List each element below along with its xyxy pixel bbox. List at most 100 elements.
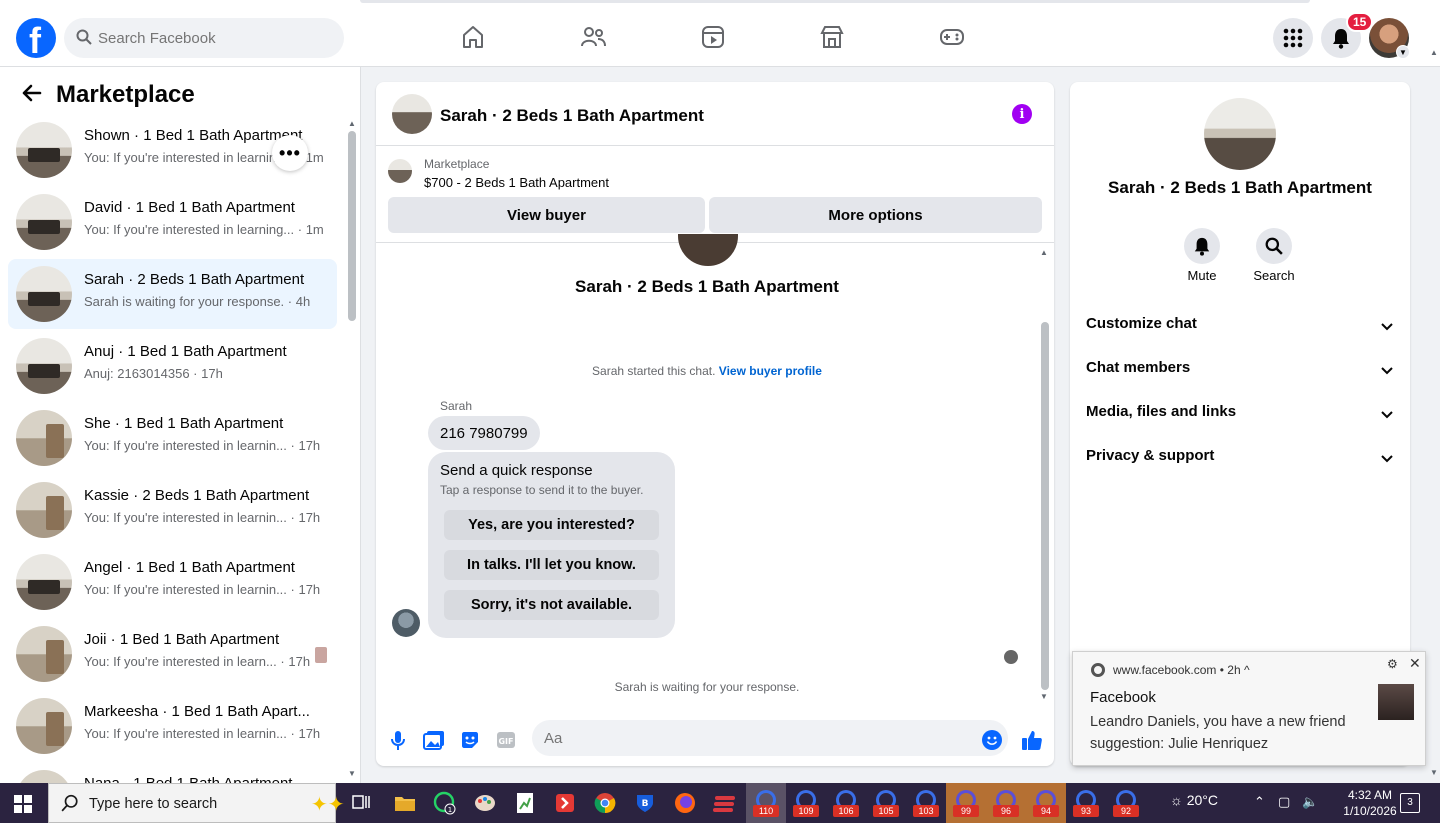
taskbar-app-window[interactable]: 93 (1066, 783, 1106, 823)
windows-start-icon[interactable] (14, 795, 32, 813)
media-files-section[interactable]: Media, files and links (1086, 403, 1394, 427)
conversation-name: Anuj · 1 Bed 1 Bath Apartment (84, 343, 287, 360)
conversation-item[interactable]: Angel · 1 Bed 1 Bath Apartment You: If yo… (8, 547, 337, 617)
spreadsheet-icon[interactable] (512, 791, 538, 815)
taskbar-app-window[interactable]: 110 (746, 783, 786, 823)
back-arrow-icon[interactable] (20, 83, 42, 108)
conversation-item[interactable]: She · 1 Bed 1 Bath Apartment You: If you'… (8, 403, 337, 473)
scroll-up-icon[interactable]: ▲ (348, 119, 356, 128)
express-vpn-icon[interactable] (712, 791, 738, 815)
message-bubble[interactable]: 216 7980799 (428, 416, 540, 450)
taskbar-app-window[interactable]: 96 (986, 783, 1026, 823)
taskbar-clock[interactable]: 4:32 AM 1/10/2026 (1330, 787, 1410, 819)
gear-icon[interactable]: ⚙ (1387, 657, 1398, 671)
facebook-logo[interactable]: f (16, 18, 56, 61)
chat-avatar[interactable] (392, 94, 432, 134)
snippet-text: You: If you're interested in learnin... (84, 438, 287, 453)
taskbar-app-window[interactable]: 106 (826, 783, 866, 823)
search-bar[interactable] (64, 18, 344, 58)
scroll-down-icon[interactable]: ▼ (1430, 768, 1438, 777)
view-buyer-profile-link[interactable]: View buyer profile (719, 364, 822, 378)
info-avatar[interactable] (1204, 98, 1276, 170)
conversation-item[interactable]: Markeesha · 1 Bed 1 Bath Apart... You: If… (8, 691, 337, 761)
chat-scrollbar[interactable] (1041, 322, 1049, 690)
taskbar-app-window[interactable]: 109 (786, 783, 826, 823)
photo-icon[interactable] (422, 728, 446, 752)
conversation-time: 17h (298, 438, 321, 453)
quick-response-card: Send a quick response Tap a response to … (428, 452, 675, 638)
chat-title[interactable]: Sarah · 2 Beds 1 Bath Apartment (440, 106, 704, 126)
chrome-icon[interactable] (592, 791, 618, 815)
quick-response-button[interactable]: Yes, are you interested? (444, 510, 659, 540)
search-label[interactable]: Search (1244, 268, 1304, 283)
message-input-box[interactable] (532, 720, 1008, 756)
thumbs-up-icon[interactable] (1020, 728, 1044, 752)
volume-icon[interactable]: 🔈 (1302, 794, 1318, 810)
chevron-up-icon[interactable]: ⌃ (1254, 794, 1265, 810)
paint-icon[interactable] (472, 791, 498, 815)
anydesk-icon[interactable] (552, 791, 578, 815)
conversation-item[interactable]: Sarah · 2 Beds 1 Bath Apartment Sarah is … (8, 259, 337, 329)
close-icon[interactable]: ✕ (1409, 655, 1421, 672)
conversation-item[interactable]: Joii · 1 Bed 1 Bath Apartment You: If you… (8, 619, 337, 689)
action-center-icon[interactable]: 3 (1400, 793, 1420, 813)
chevron-down-icon (1380, 319, 1394, 336)
firefox-icon[interactable] (672, 791, 698, 815)
scroll-down-icon[interactable]: ▼ (1040, 692, 1048, 701)
listing-thumbnail (16, 122, 72, 178)
conversation-item[interactable]: Nana · 1 Bed 1 Bath Apartment (8, 763, 337, 783)
task-view-icon[interactable] (348, 791, 374, 815)
video-icon[interactable] (698, 22, 728, 52)
seen-indicator (1004, 650, 1018, 664)
taskbar-app-window[interactable]: 99 (946, 783, 986, 823)
scroll-up-icon[interactable]: ▲ (1430, 48, 1438, 57)
scroll-down-icon[interactable]: ▼ (348, 769, 356, 778)
taskbar-app-window[interactable]: 92 (1106, 783, 1146, 823)
conversation-time: 17h (298, 510, 321, 525)
friends-icon[interactable] (578, 22, 608, 52)
sidebar-scrollbar[interactable] (348, 131, 356, 321)
more-options-button[interactable]: More options (709, 197, 1042, 233)
whatsapp-icon[interactable]: 1 (432, 791, 458, 815)
privacy-support-section[interactable]: Privacy & support (1086, 447, 1394, 471)
info-name: Sarah · 2 Beds 1 Bath Apartment (1108, 178, 1372, 197)
scroll-up-icon[interactable]: ▲ (1040, 248, 1048, 257)
quick-response-button[interactable]: Sorry, it's not available. (444, 590, 659, 620)
conversation-item[interactable]: David · 1 Bed 1 Bath Apartment You: If yo… (8, 187, 337, 257)
conversation-time: 1m (305, 222, 324, 237)
more-options-icon[interactable]: ••• (272, 135, 308, 171)
file-explorer-icon[interactable] (392, 791, 418, 815)
chat-members-section[interactable]: Chat members (1086, 359, 1394, 383)
search-input[interactable] (98, 18, 328, 58)
app-counter: 94 (1033, 805, 1059, 817)
emoji-icon[interactable] (982, 730, 1002, 750)
quick-response-button[interactable]: In talks. I'll let you know. (444, 550, 659, 580)
browser-notification[interactable]: www.facebook.com • 2h ^ ⚙ ✕ Facebook Lea… (1072, 651, 1426, 766)
sticker-icon[interactable] (458, 728, 482, 752)
snippet-separator: · (284, 294, 296, 309)
network-icon[interactable]: ▢ (1278, 794, 1290, 810)
info-icon[interactable]: i (1012, 104, 1032, 124)
view-buyer-button[interactable]: View buyer (388, 197, 705, 233)
customize-chat-section[interactable]: Customize chat (1086, 315, 1394, 339)
conversation-item[interactable]: Anuj · 1 Bed 1 Bath Apartment Anuj: 21630… (8, 331, 337, 401)
mute-label[interactable]: Mute (1172, 268, 1232, 283)
marketplace-icon[interactable] (817, 22, 847, 52)
weather-widget[interactable]: ☼ 20°C (1170, 792, 1218, 808)
taskbar-app-window[interactable]: 105 (866, 783, 906, 823)
microphone-icon[interactable] (386, 728, 410, 752)
menu-grid-icon[interactable] (1273, 18, 1313, 58)
bitwarden-icon[interactable]: B (632, 791, 658, 815)
chevron-down-icon[interactable]: ▼ (1396, 45, 1410, 59)
taskbar-search[interactable]: Type here to search ✦✦ (48, 783, 345, 823)
message-input[interactable] (544, 720, 964, 756)
home-icon[interactable] (458, 22, 488, 52)
conversation-item[interactable]: Kassie · 2 Beds 1 Bath Apartment You: If … (8, 475, 337, 545)
gif-icon[interactable]: GIF (494, 728, 518, 752)
taskbar-app-window[interactable]: 94 (1026, 783, 1066, 823)
conversation-snippet: You: If you're interested in learnin... … (84, 582, 324, 597)
search-icon[interactable] (1256, 228, 1292, 264)
mute-icon[interactable] (1184, 228, 1220, 264)
taskbar-app-window[interactable]: 103 (906, 783, 946, 823)
gaming-icon[interactable] (937, 22, 967, 52)
